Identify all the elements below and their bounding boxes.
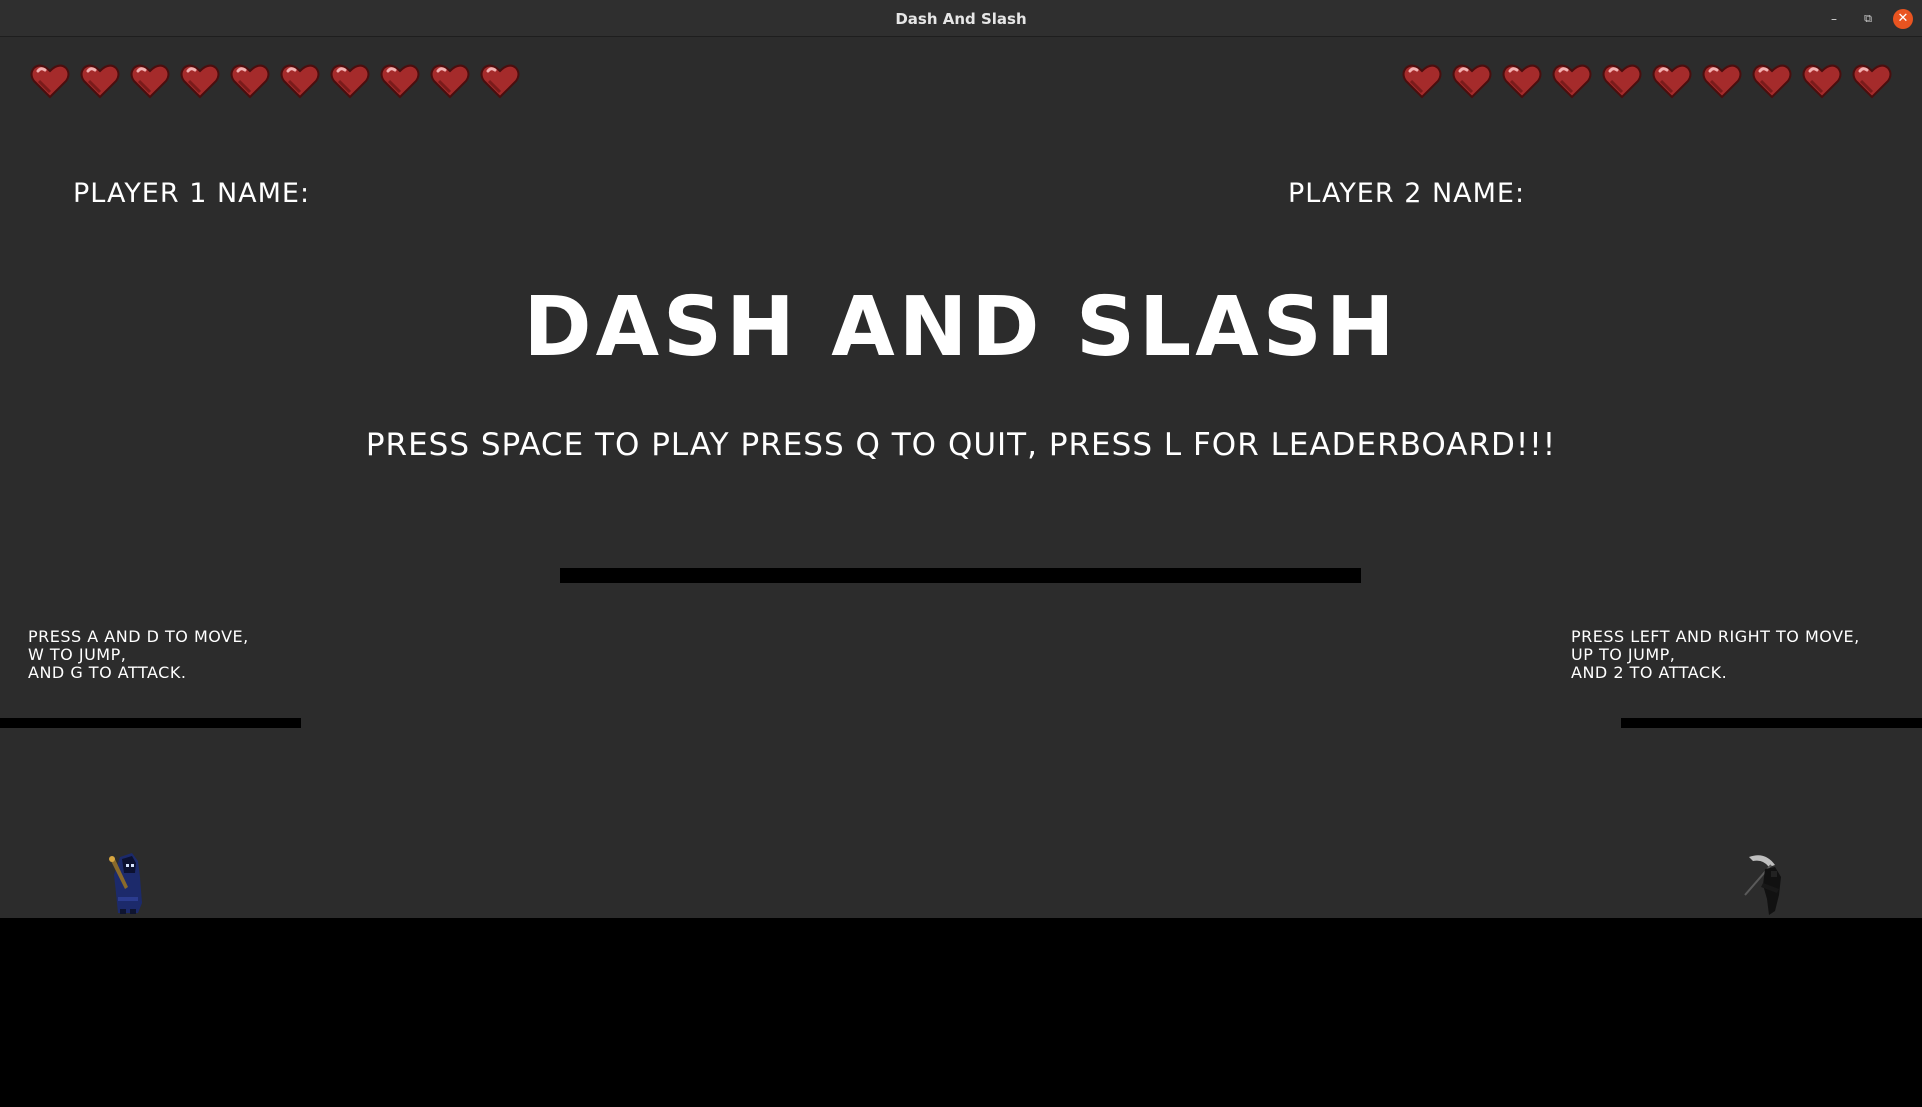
game-title: DASH AND SLASH	[523, 280, 1399, 375]
heart-icon	[1852, 64, 1892, 99]
left-platform	[0, 718, 301, 728]
close-icon[interactable]: ✕	[1893, 9, 1913, 29]
heart-icon	[80, 64, 120, 99]
player1-controls-text: PRESS A AND D TO MOVE, W TO JUMP, AND G …	[28, 627, 249, 682]
window-titlebar: Dash And Slash – ⧉ ✕	[0, 0, 1922, 37]
start-instructions: PRESS SPACE TO PLAY PRESS Q TO QUIT, PRE…	[365, 427, 1557, 463]
heart-icon	[1502, 64, 1542, 99]
heart-icon	[1802, 64, 1842, 99]
maximize-icon[interactable]: ⧉	[1858, 9, 1878, 29]
heart-icon	[380, 64, 420, 99]
right-platform	[1621, 718, 1922, 728]
heart-icon	[1452, 64, 1492, 99]
ground-floor	[0, 918, 1922, 1107]
heart-icon	[1652, 64, 1692, 99]
heart-icon	[1602, 64, 1642, 99]
heart-icon	[30, 64, 70, 99]
heart-icon	[130, 64, 170, 99]
minimize-icon[interactable]: –	[1824, 9, 1844, 29]
player2-reaper-sprite	[1744, 855, 1781, 915]
heart-icon	[480, 64, 520, 99]
window-title: Dash And Slash	[895, 10, 1027, 28]
player1-name-label: PLAYER 1 NAME:	[73, 178, 311, 209]
heart-icon	[330, 64, 370, 99]
heart-icon	[1552, 64, 1592, 99]
heart-icon	[180, 64, 220, 99]
heart-icon	[1702, 64, 1742, 99]
heart-icon	[1402, 64, 1442, 99]
heart-icon	[230, 64, 270, 99]
player1-wizard-sprite	[109, 853, 142, 914]
heart-icon	[280, 64, 320, 99]
center-platform	[560, 568, 1361, 583]
player2-controls-text: PRESS LEFT AND RIGHT TO MOVE, UP TO JUMP…	[1571, 627, 1860, 682]
heart-icon	[1752, 64, 1792, 99]
heart-icon	[430, 64, 470, 99]
player2-name-label: PLAYER 2 NAME:	[1288, 178, 1526, 209]
